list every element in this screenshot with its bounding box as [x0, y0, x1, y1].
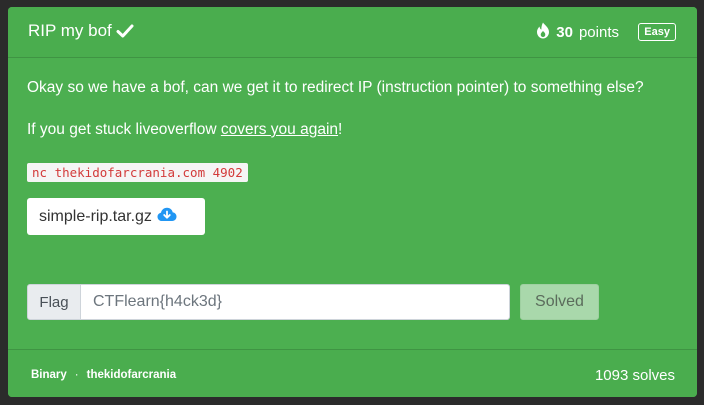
difficulty-badge: Easy	[638, 23, 676, 41]
challenge-card: RIP my bof 30 points Easy Okay so we hav…	[8, 7, 697, 397]
flag-input[interactable]	[81, 284, 510, 320]
points-value: 30	[556, 24, 573, 41]
flag-label: Flag	[27, 284, 81, 320]
solves-count: 1093 solves	[594, 367, 675, 384]
description-line-1: Okay so we have a bof, can we get it to …	[27, 79, 644, 96]
description-line-2-prefix: If you get stuck liveoverflow	[27, 121, 221, 138]
card-header: RIP my bof 30 points Easy	[8, 7, 697, 58]
fire-icon	[536, 22, 550, 43]
footer-meta: Binary · thekidofarcrania	[31, 369, 176, 381]
covers-you-again-link[interactable]: covers you again	[221, 121, 338, 138]
check-icon	[116, 23, 134, 39]
file-name: simple-rip.tar.gz	[39, 207, 152, 225]
download-file-button[interactable]: simple-rip.tar.gz	[27, 198, 205, 235]
cloud-download-icon	[157, 207, 177, 227]
flag-form: Flag	[27, 284, 510, 320]
category-link[interactable]: Binary	[31, 369, 67, 381]
challenge-title: RIP my bof	[28, 21, 134, 41]
challenge-title-text: RIP my bof	[28, 21, 112, 40]
description-line-2-suffix: !	[338, 121, 343, 138]
solved-button[interactable]: Solved	[520, 284, 599, 320]
description-line-2: If you get stuck liveoverflow covers you…	[27, 121, 342, 139]
card-footer: Binary · thekidofarcrania 1093 solves	[8, 349, 697, 397]
separator: ·	[74, 369, 79, 381]
netcat-command: nc thekidofarcrania.com 4902	[27, 163, 248, 182]
points-display: 30 points	[536, 22, 619, 43]
points-label: points	[578, 24, 619, 41]
author-link[interactable]: thekidofarcrania	[87, 369, 176, 381]
